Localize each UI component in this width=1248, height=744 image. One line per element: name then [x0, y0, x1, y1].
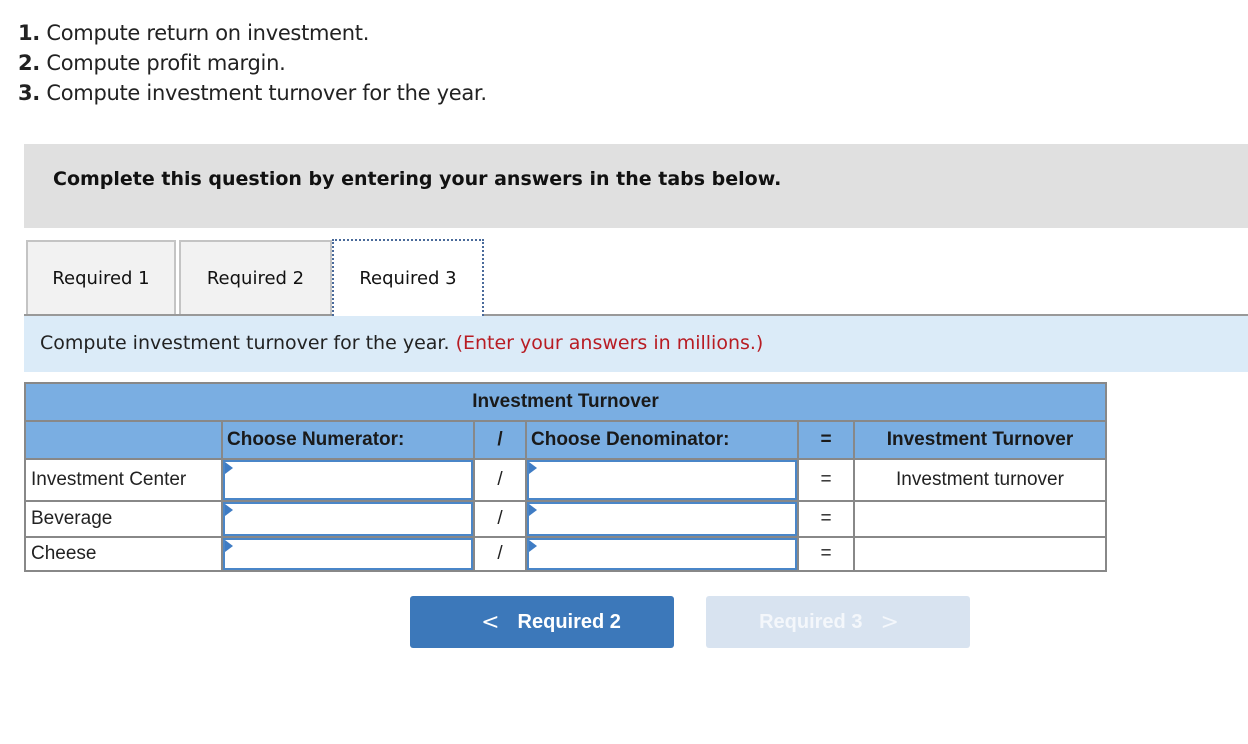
previous-required-2-button[interactable]: < Required 2: [410, 596, 674, 648]
row-label: Cheese: [24, 536, 223, 572]
divide-sign: /: [473, 536, 527, 572]
denominator-select[interactable]: [527, 460, 797, 500]
question-list: 1. Compute return on investment. 2. Comp…: [18, 18, 487, 108]
result-cell: [853, 536, 1107, 572]
input-flag-icon: [529, 504, 537, 516]
equals-sign: =: [797, 458, 855, 502]
equals-sign: =: [797, 536, 855, 572]
header-denominator: Choose Denominator:: [525, 420, 799, 460]
table-row: Cheese / =: [24, 536, 1107, 572]
input-flag-icon: [225, 504, 233, 516]
instruction-hint: (Enter your answers in millions.): [455, 332, 764, 354]
table-row: Investment Center / = Investment turnove…: [24, 458, 1107, 502]
dropdown-flag-icon: [225, 462, 233, 474]
denominator-input[interactable]: [527, 502, 797, 536]
question-item: 2. Compute profit margin.: [18, 51, 286, 75]
input-flag-icon: [225, 540, 233, 552]
table-title: Investment Turnover: [24, 382, 1107, 422]
header-divide: /: [473, 420, 527, 460]
previous-button-label: Required 2: [517, 610, 621, 633]
investment-turnover-table: Investment Turnover Choose Numerator: / …: [24, 382, 1107, 572]
numerator-input[interactable]: [223, 538, 473, 570]
header-result: Investment Turnover: [853, 420, 1107, 460]
divide-sign: /: [473, 458, 527, 502]
row-label: Investment Center: [24, 458, 223, 502]
numerator-input[interactable]: [223, 502, 473, 536]
input-flag-icon: [529, 540, 537, 552]
next-button-label: Required 3: [759, 610, 863, 633]
result-cell: [853, 500, 1107, 538]
chevron-right-icon: >: [880, 609, 899, 635]
instruction-bar: Compute investment turnover for the year…: [24, 316, 1248, 372]
table-title-row: Investment Turnover: [24, 382, 1107, 422]
result-cell: Investment turnover: [853, 458, 1107, 502]
question-item: 3. Compute investment turnover for the y…: [18, 81, 487, 105]
table-row: Beverage / =: [24, 500, 1107, 538]
tab-required-2[interactable]: Required 2: [179, 240, 332, 314]
tab-required-1[interactable]: Required 1: [26, 240, 176, 314]
row-label: Beverage: [24, 500, 223, 538]
chevron-left-icon: <: [481, 609, 500, 635]
tab-required-3[interactable]: Required 3: [332, 239, 484, 316]
banner-text: Complete this question by entering your …: [53, 168, 782, 190]
tab-bar: Required 1 Required 2 Required 3: [24, 239, 1248, 316]
instructions-banner: Complete this question by entering your …: [24, 144, 1248, 228]
numerator-select[interactable]: [223, 460, 473, 500]
divide-sign: /: [473, 500, 527, 538]
header-label: [24, 420, 223, 460]
header-numerator: Choose Numerator:: [221, 420, 475, 460]
denominator-input[interactable]: [527, 538, 797, 570]
dropdown-flag-icon: [529, 462, 537, 474]
question-item: 1. Compute return on investment.: [18, 21, 370, 45]
instruction-text: Compute investment turnover for the year…: [40, 332, 764, 354]
table-header-row: Choose Numerator: / Choose Denominator: …: [24, 420, 1107, 460]
next-required-3-button[interactable]: Required 3 >: [706, 596, 970, 648]
equals-sign: =: [797, 500, 855, 538]
header-equals: =: [797, 420, 855, 460]
